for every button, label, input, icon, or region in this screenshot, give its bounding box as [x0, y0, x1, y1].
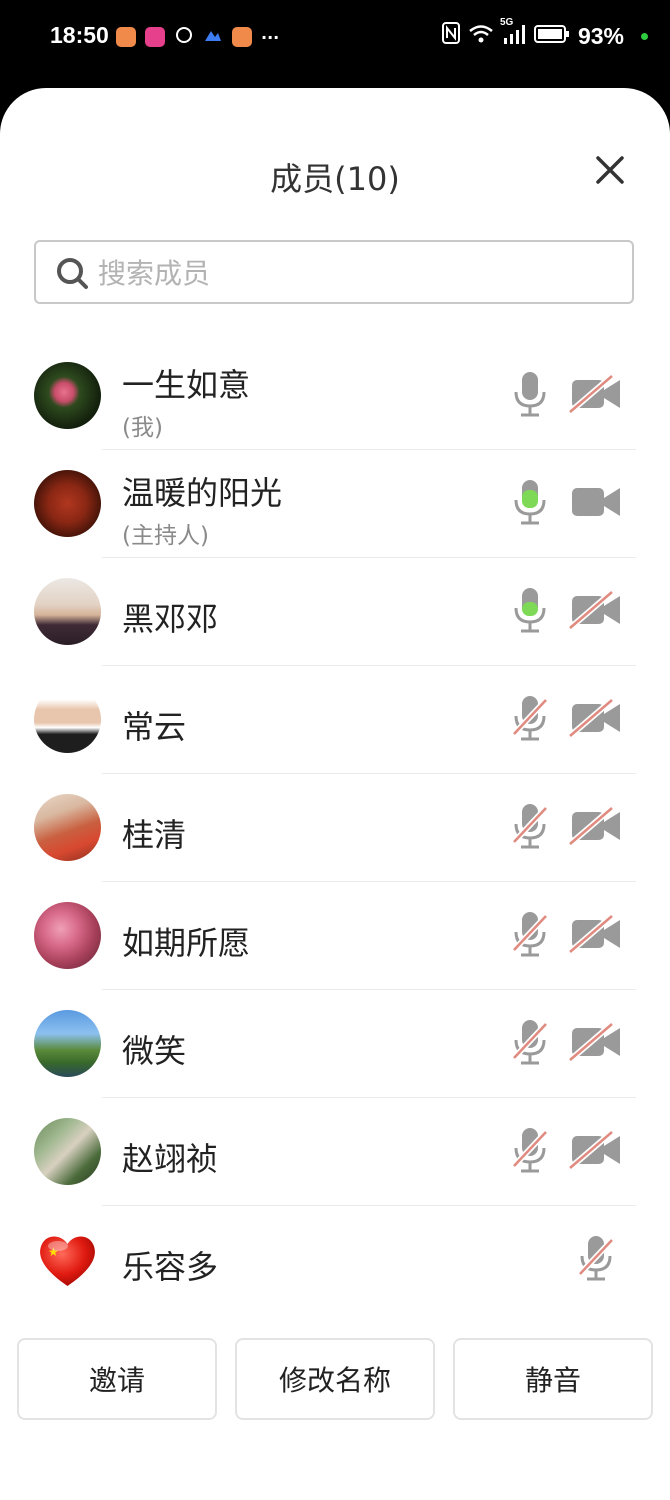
microphone-muted-icon[interactable] — [510, 802, 550, 852]
member-name: 温暖的阳光 — [122, 474, 283, 512]
signal-icon: 5G — [500, 17, 526, 50]
member-name: 微笑 — [122, 1032, 187, 1070]
mute-all-button[interactable]: 静音 — [453, 1338, 653, 1420]
member-name: 常云 — [122, 708, 187, 746]
avatar — [34, 1010, 101, 1077]
invite-button[interactable]: 邀请 — [17, 1338, 217, 1420]
member-name: 赵翊祯 — [122, 1140, 219, 1178]
avatar: ★ — [34, 1226, 101, 1293]
battery-icon — [533, 23, 570, 50]
status-time: 18:50 — [50, 22, 109, 48]
app-notification-icon — [232, 27, 252, 47]
microphone-muted-icon[interactable] — [510, 1126, 550, 1176]
status-bar: 18:50 ··· 5G 93% — [0, 0, 670, 88]
more-notifications-icon: ··· — [261, 27, 280, 47]
microphone-active-icon[interactable] — [510, 478, 550, 528]
member-row[interactable]: 常云 — [0, 666, 670, 774]
member-row[interactable]: 微笑 — [0, 990, 670, 1098]
wifi-icon — [468, 23, 494, 50]
camera-off-icon[interactable] — [568, 374, 624, 414]
member-row[interactable]: 温暖的阳光 (主持人) — [0, 450, 670, 558]
members-panel: 成员(10) 一生如意 (我) 温暖的阳光 (主持人) — [0, 88, 670, 1500]
video-app-icon — [145, 27, 165, 47]
avatar — [34, 794, 101, 861]
member-name: 一生如意 — [122, 366, 251, 404]
app-notification-icon — [116, 27, 136, 47]
camera-off-icon[interactable] — [568, 1022, 624, 1062]
chat-bubble-icon — [174, 25, 194, 49]
avatar — [34, 578, 101, 645]
close-button[interactable] — [590, 150, 630, 190]
microphone-active-icon[interactable] — [510, 586, 550, 636]
member-row[interactable]: 桂清 — [0, 774, 670, 882]
search-bar[interactable] — [34, 240, 634, 304]
camera-off-icon[interactable] — [568, 1130, 624, 1170]
microphone-muted-icon[interactable] — [510, 910, 550, 960]
member-name: 乐容多 — [122, 1248, 219, 1286]
camera-off-icon[interactable] — [568, 806, 624, 846]
rename-button[interactable]: 修改名称 — [235, 1338, 435, 1420]
member-name: 桂清 — [122, 816, 187, 854]
camera-off-icon[interactable] — [568, 590, 624, 630]
member-name: 如期所愿 — [122, 924, 251, 962]
camera-off-icon[interactable] — [568, 698, 624, 738]
camera-off-icon[interactable] — [568, 914, 624, 954]
heart-flag-avatar-icon: ★ — [40, 1236, 95, 1286]
microphone-muted-icon[interactable] — [510, 694, 550, 744]
search-icon — [57, 258, 88, 289]
search-input[interactable] — [96, 252, 620, 294]
member-row[interactable]: ★ 乐容多 — [0, 1206, 670, 1314]
avatar — [34, 1118, 101, 1185]
microphone-icon[interactable] — [510, 370, 550, 420]
avatar — [34, 902, 101, 969]
status-indicators: 5G 93% — [441, 17, 624, 50]
close-icon — [596, 156, 624, 184]
privacy-indicator-dot — [641, 33, 648, 40]
microphone-muted-icon[interactable] — [576, 1234, 616, 1284]
camera-icon[interactable] — [568, 482, 624, 522]
notification-icons: ··· — [116, 25, 279, 49]
member-row[interactable]: 如期所愿 — [0, 882, 670, 990]
member-row[interactable]: 黑邓邓 — [0, 558, 670, 666]
microphone-muted-icon[interactable] — [510, 1018, 550, 1068]
battery-percent: 93% — [577, 22, 624, 49]
avatar — [34, 362, 101, 429]
member-role: (主持人) — [122, 523, 209, 549]
panel-title: 成员(10) — [270, 160, 400, 198]
member-row[interactable]: 赵翊祯 — [0, 1098, 670, 1206]
avatar — [34, 686, 101, 753]
avatar — [34, 470, 101, 537]
member-role: (我) — [122, 415, 163, 441]
cloud-icon — [203, 28, 223, 47]
nfc-icon — [441, 22, 460, 50]
member-name: 黑邓邓 — [122, 600, 219, 638]
member-row[interactable]: 一生如意 (我) — [0, 342, 670, 450]
